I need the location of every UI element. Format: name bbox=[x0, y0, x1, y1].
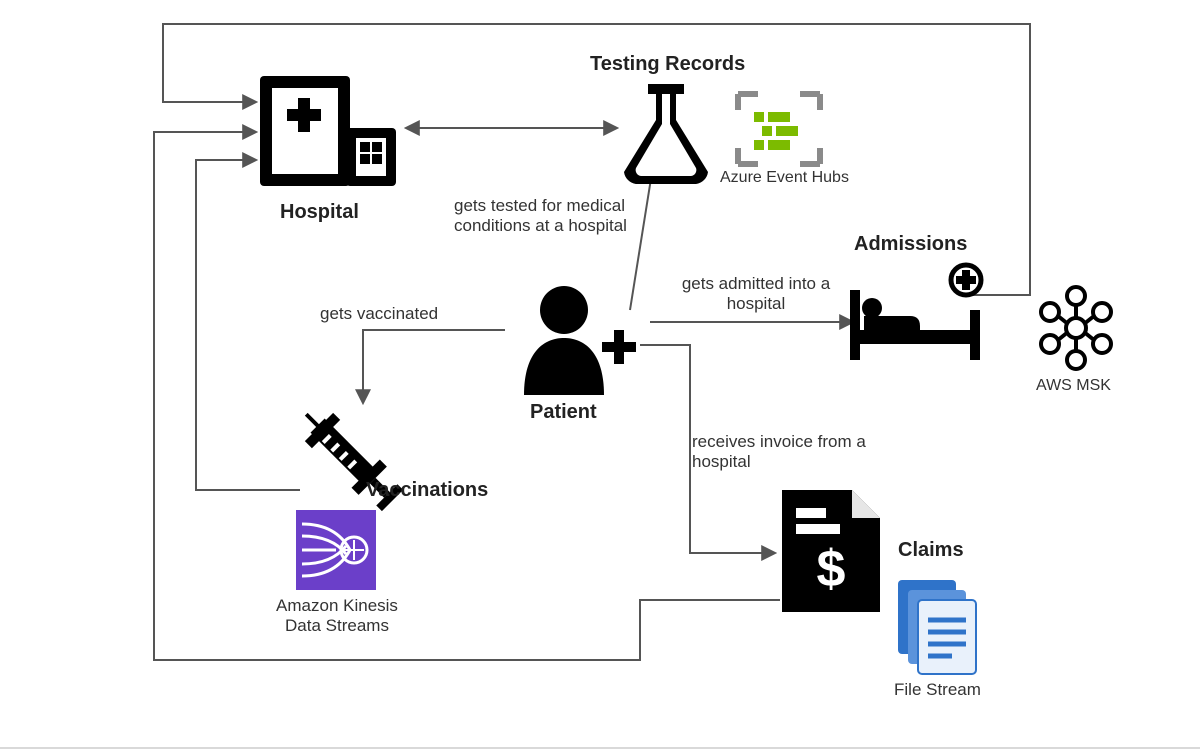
hospital-bed-icon bbox=[850, 260, 990, 370]
patient-label: Patient bbox=[530, 400, 597, 424]
invoice-icon: $ bbox=[776, 486, 886, 616]
admissions-label: Admissions bbox=[854, 232, 967, 256]
aws-msk-icon bbox=[1036, 284, 1116, 374]
azure-event-hubs-label: Azure Event Hubs bbox=[720, 168, 849, 187]
file-stream-label: File Stream bbox=[894, 680, 981, 700]
edge-label-admissions: gets admitted into a hospital bbox=[656, 274, 856, 315]
azure-event-hubs-icon bbox=[734, 90, 824, 168]
amazon-kinesis-label: Amazon Kinesis Data Streams bbox=[262, 596, 412, 637]
svg-text:$: $ bbox=[817, 540, 846, 598]
edge-label-claims: receives invoice from a hospital bbox=[692, 432, 912, 473]
edge-label-testing: gets tested for medical conditions at a … bbox=[454, 196, 684, 237]
amazon-kinesis-icon bbox=[296, 510, 376, 590]
flask-icon bbox=[616, 76, 716, 186]
vaccinations-label: Vaccinations bbox=[366, 478, 488, 502]
hospital-icon bbox=[260, 76, 400, 196]
testing-label: Testing Records bbox=[590, 52, 745, 76]
hospital-label: Hospital bbox=[280, 200, 359, 224]
file-stream-icon bbox=[894, 576, 984, 676]
aws-msk-label: AWS MSK bbox=[1036, 376, 1111, 395]
claims-label: Claims bbox=[898, 538, 964, 562]
edge-label-vacc: gets vaccinated bbox=[320, 304, 438, 324]
patient-icon bbox=[514, 280, 644, 400]
